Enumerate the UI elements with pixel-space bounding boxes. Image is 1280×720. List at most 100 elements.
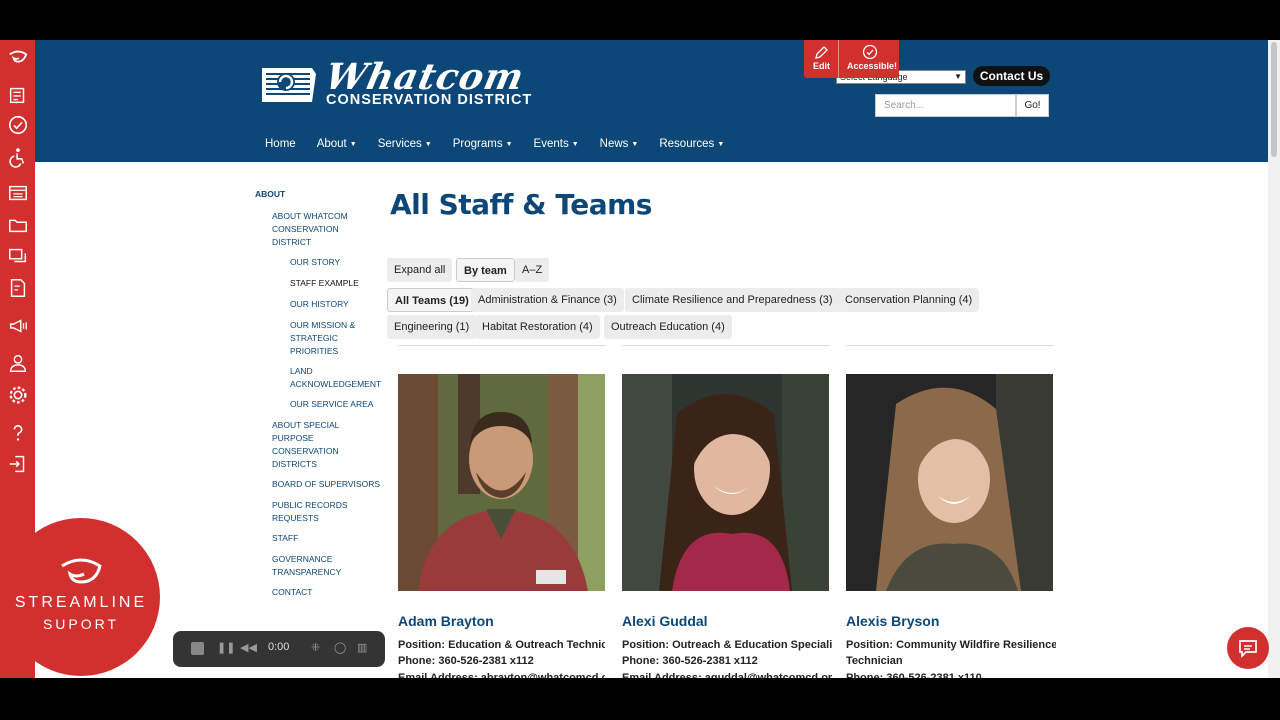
accessible-label: Accessible! <box>847 61 898 71</box>
comments-icon[interactable] <box>5 243 30 268</box>
logout-icon[interactable] <box>5 451 30 476</box>
nav-services[interactable]: Services ▼ <box>378 138 432 150</box>
filter-conservation-planning[interactable]: Conservation Planning (4) <box>838 288 980 312</box>
site-logo[interactable]: Whatcom CONSERVATION DISTRICT <box>260 56 570 114</box>
badge-line-2: SUPORT <box>42 616 120 632</box>
search-input[interactable]: Search... <box>875 94 1016 117</box>
nav-programs[interactable]: Programs ▼ <box>453 138 513 150</box>
scroll-thumb[interactable] <box>1271 42 1277 157</box>
pause-icon[interactable]: ❚❚ <box>217 641 235 654</box>
folder-icon[interactable] <box>5 212 30 237</box>
sidebar-item-staff-example[interactable]: STAFF EXAMPLE <box>290 277 359 290</box>
staff-photo-adam-brayton[interactable] <box>398 374 605 591</box>
staff-email[interactable]: Email Address: abrayton@whatcomcd.org <box>398 670 605 678</box>
pages-icon[interactable] <box>5 82 30 107</box>
nav-label: Home <box>265 138 296 150</box>
sidebar-item-our-mission[interactable]: OUR MISSION & STRATEGIC PRIORITIES <box>290 319 360 358</box>
help-icon[interactable] <box>5 420 30 445</box>
sidebar-item-about-whatcom[interactable]: ABOUT WHATCOM CONSERVATION DISTRICT <box>272 210 362 249</box>
page-title: All Staff & Teams <box>390 188 652 221</box>
browser-viewport: Whatcom CONSERVATION DISTRICT Select Lan… <box>0 40 1280 678</box>
search-go-button[interactable]: Go! <box>1016 94 1049 117</box>
badge-line-1: STREAMLINE <box>14 594 148 611</box>
staff-position: Position: Outreach & Education Specialis… <box>622 639 832 651</box>
contact-us-button[interactable]: Contact Us <box>973 66 1050 86</box>
edit-toolbar: Edit Accessible! <box>804 40 899 78</box>
filter-habitat-restoration[interactable]: Habitat Restoration (4) <box>475 315 600 339</box>
staff-name[interactable]: Alexis Bryson <box>846 613 939 629</box>
check-circle-icon <box>862 44 878 60</box>
grid-icon[interactable]: ⁜ <box>311 641 320 654</box>
nav-label: About <box>316 138 347 150</box>
sidebar-item-land-acknowledgement[interactable]: LAND ACKNOWLEDGEMENT <box>290 365 385 391</box>
filter-engineering[interactable]: Engineering (1) <box>387 315 477 339</box>
sidebar-item-board[interactable]: BOARD OF SUPERVISORS <box>272 478 380 491</box>
sidebar-item-public-records[interactable]: PUBLIC RECORDS REQUESTS <box>272 499 352 525</box>
staff-name[interactable]: Adam Brayton <box>398 613 494 629</box>
streamline-logo-icon[interactable] <box>5 45 30 70</box>
tab-by-team[interactable]: By team <box>456 258 515 282</box>
user-icon[interactable] <box>5 350 30 375</box>
rewind-icon[interactable]: ◀◀ <box>240 641 257 654</box>
restart-icon[interactable]: ◯ <box>334 641 346 654</box>
chat-button[interactable] <box>1227 627 1269 669</box>
streamline-support-badge[interactable]: STREAMLINE SUPORT <box>2 518 160 676</box>
sidebar-heading[interactable]: ABOUT <box>255 188 285 201</box>
tab-expand-all[interactable]: Expand all <box>387 258 453 282</box>
staff-phone: Phone: 360-526-2381 x110 <box>846 672 982 678</box>
nav-about[interactable]: About ▼ <box>317 138 357 150</box>
filter-outreach-education[interactable]: Outreach Education (4) <box>604 315 732 339</box>
edit-button[interactable]: Edit <box>804 40 839 78</box>
sidebar-item-our-story[interactable]: OUR STORY <box>290 256 340 269</box>
staff-phone: Phone: 360-526-2381 x112 <box>622 655 758 667</box>
caret-down-icon: ▼ <box>717 141 725 148</box>
trash-icon[interactable]: ▥ <box>357 641 367 654</box>
edit-label: Edit <box>813 61 830 71</box>
check-circle-icon[interactable] <box>5 112 30 137</box>
gear-icon[interactable] <box>5 382 30 407</box>
staff-photo-alexi-guddal[interactable] <box>622 374 829 591</box>
page-scrollbar[interactable] <box>1268 40 1280 678</box>
staff-name[interactable]: Alexi Guddal <box>622 613 708 629</box>
caret-down-icon: ▼ <box>505 141 513 148</box>
sidebar-item-contact[interactable]: CONTACT <box>272 586 312 599</box>
sidebar-item-staff[interactable]: STAFF <box>272 532 298 545</box>
recording-time: 0:00 <box>268 641 290 653</box>
accessible-button[interactable]: Accessible! <box>840 40 899 78</box>
layout-icon[interactable] <box>5 180 30 205</box>
card-divider <box>622 345 829 346</box>
logo-subtitle: CONSERVATION DISTRICT <box>326 92 533 108</box>
tab-a-z[interactable]: A–Z <box>515 258 550 282</box>
sidebar-item-special-purpose[interactable]: ABOUT SPECIAL PURPOSE CONSERVATION DISTR… <box>272 419 347 471</box>
caret-down-icon: ▼ <box>349 141 357 148</box>
filter-climate-resilience[interactable]: Climate Resilience and Preparedness (3) <box>625 288 840 312</box>
filter-administration-finance[interactable]: Administration & Finance (3) <box>471 288 624 312</box>
document-dollar-icon[interactable] <box>5 275 30 300</box>
accessibility-icon[interactable] <box>5 144 30 169</box>
nav-label: News <box>599 138 629 150</box>
caret-down-icon: ▼ <box>424 141 432 148</box>
sidebar-item-governance[interactable]: GOVERNANCE TRANSPARENCY <box>272 553 347 579</box>
nav-events[interactable]: Events ▼ <box>534 138 579 150</box>
staff-position: Position: Community Wildfire Resilience <box>846 639 1056 651</box>
sidebar-item-our-history[interactable]: OUR HISTORY <box>290 298 349 311</box>
streamline-logo-icon <box>61 558 102 584</box>
nav-label: Resources <box>659 138 715 150</box>
nav-label: Services <box>377 138 422 150</box>
nav-home[interactable]: Home <box>265 138 296 150</box>
staff-photo-alexis-bryson[interactable] <box>846 374 1053 591</box>
recording-player: ❚❚ ◀◀ 0:00 ⁜ ◯ ▥ <box>173 631 385 667</box>
megaphone-icon[interactable] <box>5 313 30 338</box>
staff-email[interactable]: Email Address: aguddal@whatcomcd.org <box>622 670 832 678</box>
chat-icon <box>1239 640 1257 659</box>
pencil-icon <box>815 46 828 59</box>
sidebar-item-service-area[interactable]: OUR SERVICE AREA <box>290 398 373 411</box>
main-nav: Home About ▼ Services ▼ Programs ▼ Events ▼ … <box>265 138 745 150</box>
card-divider <box>846 345 1053 346</box>
nav-news[interactable]: News ▼ <box>600 138 639 150</box>
nav-label: Programs <box>452 138 503 150</box>
nav-resources[interactable]: Resources ▼ <box>659 138 724 150</box>
stop-icon[interactable] <box>191 642 204 655</box>
filter-all-teams[interactable]: All Teams (19) <box>387 288 477 312</box>
caret-down-icon: ▼ <box>631 141 639 148</box>
